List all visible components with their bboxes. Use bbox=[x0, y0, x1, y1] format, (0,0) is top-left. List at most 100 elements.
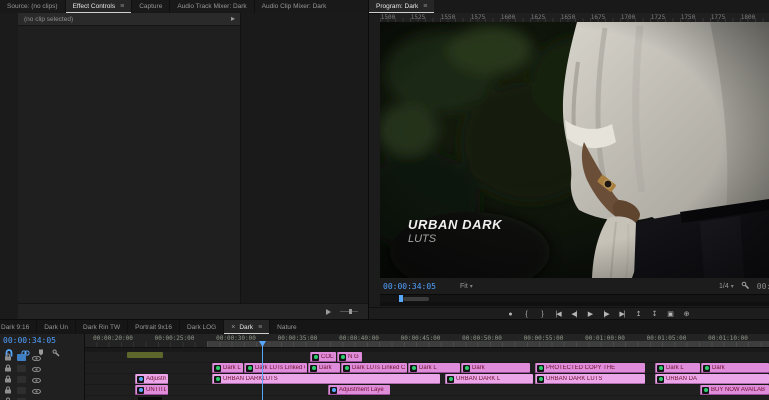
timeline-clip[interactable]: Adjustme bbox=[135, 374, 168, 384]
export-frame-button[interactable]: ▣ bbox=[665, 310, 675, 318]
timeline-clip[interactable]: Dark LUTs Linked C bbox=[244, 363, 307, 373]
timeline-view-toggle-icon[interactable]: ▸ bbox=[231, 15, 235, 23]
tab-dark-rin-tw[interactable]: Dark Rin TW bbox=[75, 320, 127, 334]
track-target-toggle[interactable] bbox=[17, 375, 26, 383]
track-target-toggle[interactable] bbox=[17, 386, 26, 394]
program-scrollbar[interactable] bbox=[380, 302, 769, 306]
tab-effect-controls[interactable]: Effect Controls ≡ bbox=[64, 0, 132, 13]
track-target-toggle[interactable] bbox=[17, 353, 26, 361]
lock-track-icon[interactable] bbox=[5, 392, 11, 400]
ruler-number: 1800 bbox=[740, 14, 756, 21]
tab-nature[interactable]: Nature bbox=[269, 320, 304, 334]
lift-icon: ↥ bbox=[635, 311, 642, 318]
program-controls-right: 1/4 ▾ 00:0 bbox=[695, 278, 769, 294]
timeline-clip[interactable]: URBAN DARK LUTS bbox=[535, 374, 645, 384]
tab-dark-un[interactable]: Dark Un bbox=[36, 320, 75, 334]
extract-button[interactable]: ↧ bbox=[649, 310, 659, 318]
timeline-clip[interactable]: Dark bbox=[308, 363, 340, 373]
timeline-clip[interactable]: URBAN DARK L bbox=[445, 374, 533, 384]
panel-menu-icon[interactable]: ≡ bbox=[120, 3, 124, 10]
mark-in-button[interactable]: { bbox=[521, 311, 531, 318]
timeline-playhead[interactable] bbox=[262, 341, 263, 400]
ruler-number: 1725 bbox=[650, 14, 666, 21]
timeline-clip[interactable]: URBAN DARKLUTS bbox=[212, 374, 440, 384]
timeline-clip[interactable]: N G bbox=[337, 352, 362, 362]
clip-label: BUY NOW AVAILAB bbox=[711, 387, 766, 393]
tab-audio-track-mixer-dark[interactable]: Audio Track Mixer: Dark bbox=[169, 0, 253, 13]
timeline-clip[interactable]: Dark L bbox=[655, 363, 700, 373]
tab-portrait-9x16[interactable]: Portrait 9x16 bbox=[127, 320, 179, 334]
fx-badge-icon bbox=[214, 364, 221, 372]
playback-resolution-dropdown[interactable]: 1/4 ▾ bbox=[719, 283, 734, 290]
timeline-clip[interactable]: Dark bbox=[461, 363, 530, 373]
fx-dot-icon bbox=[331, 388, 336, 392]
timeline-clip[interactable] bbox=[137, 396, 163, 400]
tab-program-dark[interactable]: Program: Dark ≡ bbox=[369, 0, 435, 13]
timeline-clip[interactable]: Dark L bbox=[408, 363, 460, 373]
step-forward-button[interactable]: |▶ bbox=[601, 310, 611, 318]
timeline-clip[interactable]: Adjustment Laye bbox=[328, 385, 390, 395]
zoom-slider-knob[interactable] bbox=[349, 309, 352, 314]
title-overlay: URBAN DARK LUTS bbox=[408, 217, 502, 245]
timeline-clip[interactable]: Dark bbox=[701, 363, 769, 373]
clip-label: Adjustment Laye bbox=[339, 387, 384, 393]
timeline-clip[interactable]: UNTITLED bbox=[135, 385, 168, 395]
go-to-out-button[interactable]: ▶| bbox=[617, 310, 627, 318]
fx-badge-icon bbox=[463, 364, 470, 372]
go-to-in-button[interactable]: |◀ bbox=[553, 310, 563, 318]
ruler-timecode: 00:00:45:00 bbox=[400, 335, 441, 342]
timeline-ruler[interactable]: 00:00:20:00 00:00:25:00 00:00:30:00 00:00:3… bbox=[84, 334, 769, 348]
fx-dot-icon bbox=[215, 377, 220, 381]
go-to-out-icon: ▶| bbox=[619, 311, 625, 318]
timeline-clip[interactable]: PROTECTED COPY THE bbox=[535, 363, 645, 373]
mark-out-button[interactable]: } bbox=[537, 311, 547, 318]
program-current-timecode[interactable]: 00:00:34:05 bbox=[383, 282, 436, 291]
add-marker-button[interactable]: ● bbox=[505, 311, 515, 318]
timeline-clip[interactable]: BUY NOW AVAILAB bbox=[700, 385, 769, 395]
tab-capture[interactable]: Capture bbox=[131, 0, 169, 13]
fx-badge-icon bbox=[137, 386, 144, 394]
zoom-slider[interactable] bbox=[340, 309, 358, 314]
tab-source-no-clips[interactable]: Source: (no clips) bbox=[0, 0, 65, 13]
timeline-settings-wrench-icon[interactable] bbox=[52, 348, 60, 357]
timeline-tracks: COLD N G Dark LUTs LiDark LUTs Linked C Dar… bbox=[0, 347, 769, 400]
clip-label: Dark L bbox=[419, 365, 437, 371]
timeline-clip[interactable]: COLD bbox=[310, 352, 336, 362]
tab-dark-log[interactable]: Dark LOG bbox=[178, 320, 223, 334]
scrubber-zoom-handle[interactable] bbox=[403, 297, 429, 301]
ruler-timecode: 00:01:00:00 bbox=[585, 335, 625, 342]
ruler-number: 1575 bbox=[470, 14, 486, 21]
timeline-clip[interactable]: Dark LUTs Linked Comp Kit Dark bbox=[341, 363, 407, 373]
program-duration-timecode: 00:0 bbox=[756, 281, 769, 291]
button-editor-button[interactable]: ⊕ bbox=[681, 310, 691, 318]
track-header-a2 bbox=[5, 396, 41, 400]
timeline-clip[interactable] bbox=[127, 352, 163, 358]
play-button[interactable]: ▶ bbox=[585, 310, 595, 318]
timeline-clip[interactable]: URBAN DA bbox=[655, 374, 769, 384]
clip-selector-bar[interactable]: (no clip selected) ▸ bbox=[18, 13, 240, 26]
fx-dot-icon bbox=[247, 366, 252, 370]
lift-button[interactable]: ↥ bbox=[633, 310, 643, 318]
fx-badge-icon bbox=[312, 353, 319, 361]
mark-out-icon: } bbox=[541, 310, 544, 318]
timeline-current-timecode[interactable]: 00:00:34:05 bbox=[3, 336, 56, 345]
step-back-icon: ◀| bbox=[571, 311, 577, 318]
track-target-toggle[interactable] bbox=[17, 364, 26, 372]
track-lane-a2 bbox=[84, 396, 769, 400]
panel-menu-icon[interactable]: ≡ bbox=[258, 324, 262, 331]
add-marker-icon: ● bbox=[508, 310, 512, 318]
close-icon[interactable]: × bbox=[231, 324, 235, 331]
tab-dark[interactable]: × Dark ≡ bbox=[223, 320, 270, 334]
panel-menu-icon[interactable]: ≡ bbox=[423, 3, 427, 10]
tab-label: Nature bbox=[277, 323, 297, 331]
toggle-track-output-icon[interactable] bbox=[32, 392, 41, 400]
zoom-level-dropdown[interactable]: Fit ▾ bbox=[460, 283, 473, 290]
fx-badge-icon bbox=[703, 364, 710, 372]
play-audio-icon[interactable] bbox=[325, 303, 332, 320]
timeline-clip[interactable]: Dark LUTs Li bbox=[212, 363, 243, 373]
tab-audio-clip-mixer-dark[interactable]: Audio Clip Mixer: Dark bbox=[253, 0, 334, 13]
settings-wrench-icon[interactable] bbox=[741, 281, 750, 292]
fx-dot-icon bbox=[138, 388, 143, 392]
tab-dark-9-16[interactable]: Dark 9:16 bbox=[0, 320, 36, 334]
step-back-button[interactable]: ◀| bbox=[569, 310, 579, 318]
